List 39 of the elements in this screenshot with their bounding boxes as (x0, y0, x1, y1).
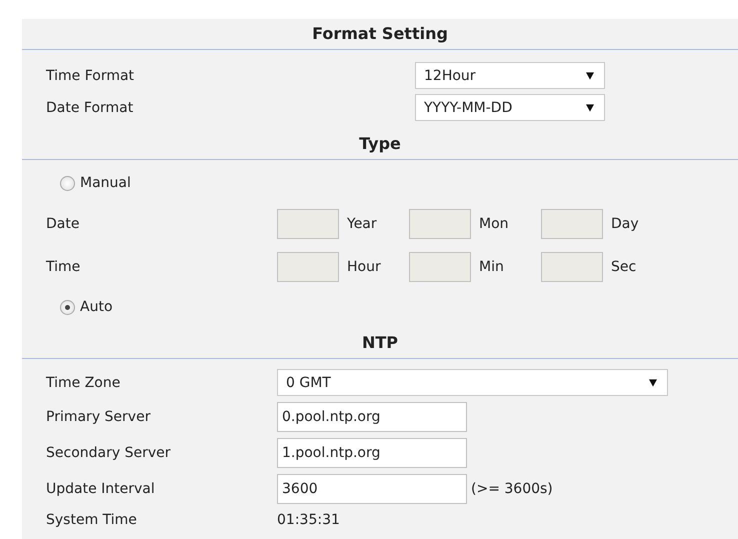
caret-icon (586, 104, 594, 112)
number-field[interactable] (277, 208, 339, 238)
field-label: System Time (46, 512, 138, 528)
unit-label: Year (346, 216, 378, 232)
number-field[interactable] (541, 252, 603, 282)
number-field[interactable] (409, 252, 471, 282)
field-label: Date (46, 216, 80, 232)
input-field[interactable]: 3600 (277, 474, 467, 504)
unit-label: Hour (346, 258, 382, 274)
dropdown[interactable]: 0 GMT (277, 369, 668, 396)
radio-button[interactable] (60, 176, 75, 190)
section-title: Type (358, 133, 402, 155)
field-label: Secondary Server (46, 445, 172, 461)
input-field[interactable]: 1.pool.ntp.org (277, 438, 467, 468)
dropdown[interactable]: YYYY-MM-DD (415, 94, 605, 121)
hint-text: (>= 3600s) (471, 481, 553, 497)
field-label: Update Interval (46, 481, 156, 497)
unit-label: Mon (478, 216, 510, 232)
unit-label: Sec (610, 258, 638, 274)
field-label: Time Zone (46, 374, 122, 390)
field-label: Time (46, 258, 82, 274)
number-field[interactable] (541, 208, 603, 238)
field-label: Primary Server (46, 409, 152, 425)
dropdown[interactable]: 12Hour (415, 62, 605, 89)
value-text: 01:35:31 (277, 512, 340, 528)
number-field[interactable] (409, 208, 471, 238)
radio-label: Manual (80, 175, 131, 191)
unit-label: Min (478, 258, 505, 274)
radio-button[interactable] (60, 300, 75, 314)
unit-label: Day (610, 216, 640, 232)
caret-icon (586, 72, 594, 80)
field-label: Date Format (46, 100, 134, 116)
number-field[interactable] (277, 252, 339, 282)
section-title: Format Setting (311, 23, 449, 45)
radio-label: Auto (80, 299, 113, 315)
section-title: NTP (360, 332, 400, 354)
caret-icon (649, 378, 657, 386)
input-field[interactable]: 0.pool.ntp.org (277, 402, 467, 432)
field-label: Time Format (46, 68, 136, 84)
